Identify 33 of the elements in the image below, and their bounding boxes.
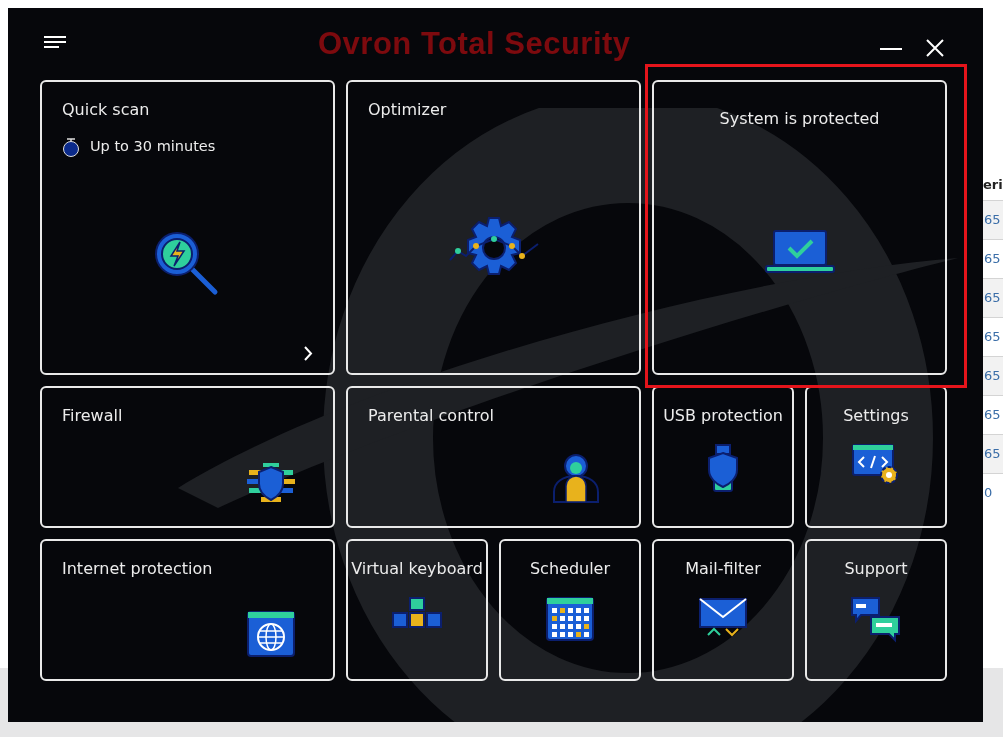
table-cell: 65 [983, 278, 1003, 317]
calendar-icon [546, 597, 594, 641]
chat-bubbles-icon [851, 597, 901, 643]
column-header: eri [983, 176, 1003, 194]
usb-shield-icon [707, 444, 739, 492]
minimize-icon[interactable] [880, 48, 902, 51]
brick-wall-shield-icon [247, 462, 295, 504]
feature-tile[interactable]: Parental control [346, 386, 641, 528]
stopwatch-icon [62, 136, 80, 157]
envelope-icon [698, 597, 748, 637]
feature-tile[interactable]: Scheduler [499, 539, 641, 681]
feature-tile[interactable]: Optimizer [346, 80, 641, 375]
feature-tile[interactable]: USB protection [652, 386, 794, 528]
feature-tile[interactable]: Internet protection [40, 539, 335, 681]
feature-tile[interactable]: Mail-filter [652, 539, 794, 681]
browser-globe-icon [247, 611, 295, 657]
app-title: Ovron Total Security [318, 28, 631, 59]
feature-tile[interactable]: Settings [805, 386, 947, 528]
keys-icon [392, 597, 442, 629]
feature-tile[interactable]: Support [805, 539, 947, 681]
feature-tile[interactable]: Quick scan Up to 30 minutes [40, 80, 335, 375]
table-cell: 65 [983, 356, 1003, 395]
code-window-gear-icon [852, 444, 900, 486]
feature-tile[interactable]: System is protected [652, 80, 947, 375]
table-cell: 65 [983, 434, 1003, 473]
table-cell: 65 [983, 200, 1003, 239]
laptop-checkmark-icon [764, 230, 835, 274]
feature-tile[interactable]: Firewall [40, 386, 335, 528]
menu-icon[interactable] [44, 36, 66, 50]
scan-duration: Up to 30 minutes [90, 137, 216, 156]
close-icon[interactable] [926, 39, 944, 57]
person-icon [551, 454, 601, 504]
feature-tile[interactable]: Virtual keyboard [346, 539, 488, 681]
